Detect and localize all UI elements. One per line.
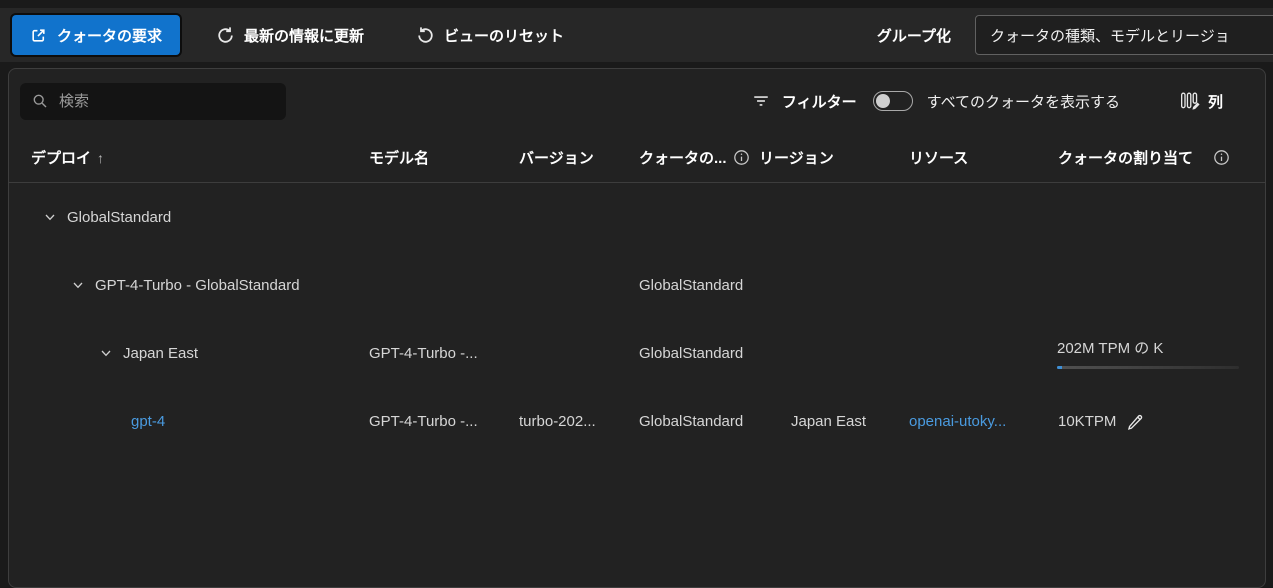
table-header-row: デプロイ ↑ モデル名 バージョン クォータの... リージョン リソース クォ… [9,133,1265,183]
chevron-down-icon[interactable] [71,278,85,292]
allocation-cell: 10KTPM [1049,387,1265,455]
quota-panel: フィルター すべてのクォータを表示する 列 デプロイ ↑ モ [8,68,1266,588]
quota-type-cell: GlobalStandard [631,319,751,387]
header-quota-type-label: クォータの... [639,147,727,168]
refresh-button[interactable]: 最新の情報に更新 [210,24,370,47]
info-icon[interactable] [1213,149,1230,166]
request-quota-label: クォータの要求 [57,25,162,46]
quota-type-cell: GlobalStandard [631,387,751,455]
open-in-new-icon [30,27,47,44]
group-label: Japan East [123,345,198,362]
info-icon[interactable] [733,149,750,166]
columns-label: 列 [1208,91,1223,112]
top-toolbar: クォータの要求 最新の情報に更新 ビューのリセット グループ化 クォータの種類、… [0,8,1273,62]
header-version-label: バージョン [519,147,594,168]
search-input[interactable] [57,92,286,111]
search-icon [32,93,48,109]
quota-type-cell: GlobalStandard [631,251,751,319]
group-by-label: グループ化 [877,8,951,62]
allocation-cell: 202M TPM の K [1049,319,1265,387]
region-cell: Japan East [751,387,901,455]
group-by-select[interactable]: クォータの種類、モデルとリージョ [975,15,1273,55]
reset-view-icon [416,26,435,45]
header-region-label: リージョン [759,147,834,168]
header-deploy-label: デプロイ [31,147,91,168]
table-row[interactable]: GlobalStandard [9,183,1265,251]
model-cell: GPT-4-Turbo -... [361,387,511,455]
column-header-deploy[interactable]: デプロイ ↑ [9,133,361,182]
group-label: GlobalStandard [67,209,171,226]
panel-toolbar: フィルター すべてのクォータを表示する 列 [9,69,1265,133]
filter-icon[interactable] [752,92,770,110]
version-cell: turbo-202... [511,387,631,455]
allocation-text: 202M TPM の K [1057,337,1163,358]
header-allocation-label: クォータの割り当て [1058,147,1193,168]
group-by-value: クォータの種類、モデルとリージョ [990,25,1230,46]
refresh-icon [216,26,235,45]
quota-usage-progress-fill [1057,366,1062,369]
chevron-down-icon[interactable] [43,210,57,224]
table-row[interactable]: gpt-4 GPT-4-Turbo -... turbo-202... Glob… [9,387,1265,455]
resource-link[interactable]: openai-utoky... [909,413,1006,430]
column-header-quota-type[interactable]: クォータの... [631,133,751,182]
column-header-version[interactable]: バージョン [511,133,631,182]
show-all-quota-toggle[interactable] [873,91,913,111]
column-header-model[interactable]: モデル名 [361,133,511,182]
table-row[interactable]: GPT-4-Turbo - GlobalStandard GlobalStand… [9,251,1265,319]
show-all-toggle-label[interactable]: すべてのクォータを表示する [927,91,1120,112]
toggle-knob [876,94,890,108]
deployment-link[interactable]: gpt-4 [131,413,165,430]
model-cell: GPT-4-Turbo -... [361,319,511,387]
table-row[interactable]: Japan East GPT-4-Turbo -... GlobalStanda… [9,319,1265,387]
filter-label[interactable]: フィルター [782,91,857,112]
group-label: GPT-4-Turbo - GlobalStandard [95,277,300,294]
refresh-label: 最新の情報に更新 [244,25,364,46]
column-header-allocation[interactable]: クォータの割り当て [1049,133,1265,182]
allocation-text: 10KTPM [1058,413,1116,430]
search-box[interactable] [20,83,286,120]
quota-usage-progressbar [1057,366,1239,369]
filter-group: フィルター すべてのクォータを表示する [752,91,1120,112]
column-header-region[interactable]: リージョン [751,133,901,182]
header-resource-label: リソース [909,147,968,168]
header-model-label: モデル名 [369,147,429,168]
reset-view-label: ビューのリセット [444,25,564,46]
request-quota-button[interactable]: クォータの要求 [12,15,180,55]
columns-button[interactable]: 列 [1180,91,1223,112]
edit-columns-icon [1180,91,1200,111]
resource-cell: openai-utoky... [901,387,1049,455]
edit-quota-pencil-icon[interactable] [1126,412,1144,430]
sort-ascending-icon: ↑ [97,150,104,166]
chevron-down-icon[interactable] [99,346,113,360]
column-header-resource[interactable]: リソース [901,133,1049,182]
reset-view-button[interactable]: ビューのリセット [410,24,570,47]
